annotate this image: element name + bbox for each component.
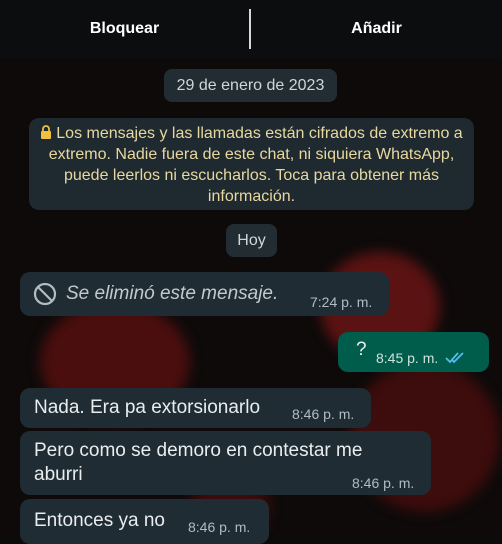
message-text: Nada. Era pa extorsionarlo [34,397,261,418]
add-contact-button[interactable]: Añadir [251,0,502,58]
date-chip: 29 de enero de 2023 [164,69,337,102]
message-time: 8:45 p. m. [376,350,465,366]
blocked-circle-icon [33,282,57,306]
message-text: Se eliminó este mensaje. [66,283,279,304]
message-bubble-incoming[interactable]: Nada. Era pa extorsionarlo 8:46 p. m. [20,388,371,428]
message-text: Pero como se demoro en contestar me abur… [34,440,363,485]
encryption-notice[interactable]: Los mensajes y las llamadas están cifrad… [29,118,474,210]
contact-action-bar: Bloquear Añadir [0,0,502,58]
double-check-icon [445,352,464,364]
message-text: Entonces ya no [34,510,165,531]
message-time: 8:46 p. m. [292,406,355,422]
message-bubble-incoming[interactable]: Se eliminó este mensaje. 7:24 p. m. [20,272,389,316]
message-bubble-outgoing[interactable]: ? 8:45 p. m. [338,332,489,372]
message-bubble-incoming[interactable]: Pero como se demoro en contestar me abur… [20,431,431,495]
message-time: 7:24 p. m. [310,294,373,310]
message-time: 8:46 p. m. [352,475,415,491]
today-chip: Hoy [226,224,277,257]
lock-icon [41,125,52,139]
message-text: ? [356,339,367,360]
encryption-text: Los mensajes y las llamadas están cifrad… [48,125,463,205]
message-bubble-incoming[interactable]: Entonces ya no 8:46 p. m. [20,499,269,544]
message-time-text: 8:45 p. m. [376,350,439,366]
block-button[interactable]: Bloquear [0,0,249,58]
message-time: 8:46 p. m. [188,519,251,535]
